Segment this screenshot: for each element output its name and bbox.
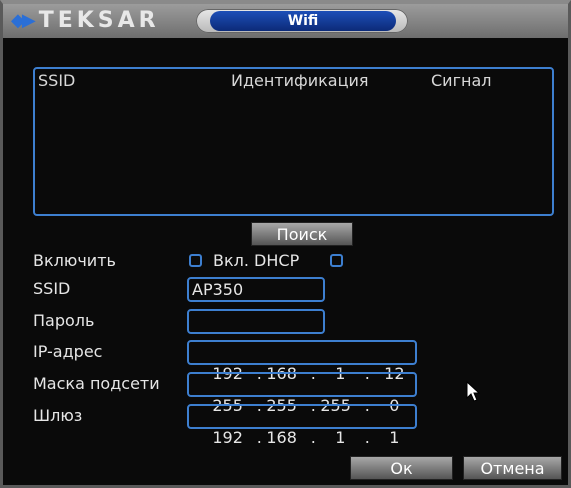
ssid-input[interactable]: AP350 [187,277,325,302]
column-header-ssid: SSID [38,71,76,90]
logo-arrows-icon: ◆▶ [11,10,36,31]
ip-address-field[interactable]: 192. 168. 1. 12 [187,340,417,383]
subnet-mask-field[interactable]: 255. 255. 255. 0 [187,372,417,415]
network-list[interactable]: SSID Идентификация Сигнал [33,67,554,216]
password-input[interactable] [187,309,325,334]
enable-label: Включить [33,251,116,270]
ip-label: IP-адрес [33,342,103,361]
password-label: Пароль [33,311,95,330]
gateway-octet-2: 168 [266,428,297,447]
ok-button[interactable]: Ок [350,456,453,480]
column-header-signal: Сигнал [431,71,492,90]
dhcp-label: Вкл. DHCP [213,251,300,270]
search-button[interactable]: Поиск [251,222,353,246]
dhcp-checkbox[interactable] [330,254,343,267]
dot-separator: . [256,428,262,447]
tab-wifi[interactable]: Wifi [196,9,408,33]
gateway-octet-1: 192 [212,428,243,447]
logo: ◆▶ TEKSAR [11,10,196,32]
gateway-label: Шлюз [33,406,83,425]
gateway-field[interactable]: 192. 168. 1. 1 [187,404,417,447]
gateway-octet-3: 1 [335,428,346,447]
column-header-identification: Идентификация [231,71,369,90]
dot-separator: . [364,428,370,447]
gateway-octet-4: 1 [389,428,400,447]
enable-checkbox[interactable] [189,254,202,267]
mouse-pointer-icon [466,381,480,402]
dot-separator: . [310,428,316,447]
mask-label: Маска подсети [33,374,160,393]
ssid-label: SSID [33,279,71,298]
tab-wifi-label: Wifi [210,11,396,31]
cancel-button[interactable]: Отмена [463,456,562,480]
title-bar: ◆▶ TEKSAR Wifi [3,4,568,38]
logo-text: TEKSAR [38,8,160,33]
wifi-dialog: ◆▶ TEKSAR Wifi SSID Идентификация Сигнал… [0,0,571,488]
